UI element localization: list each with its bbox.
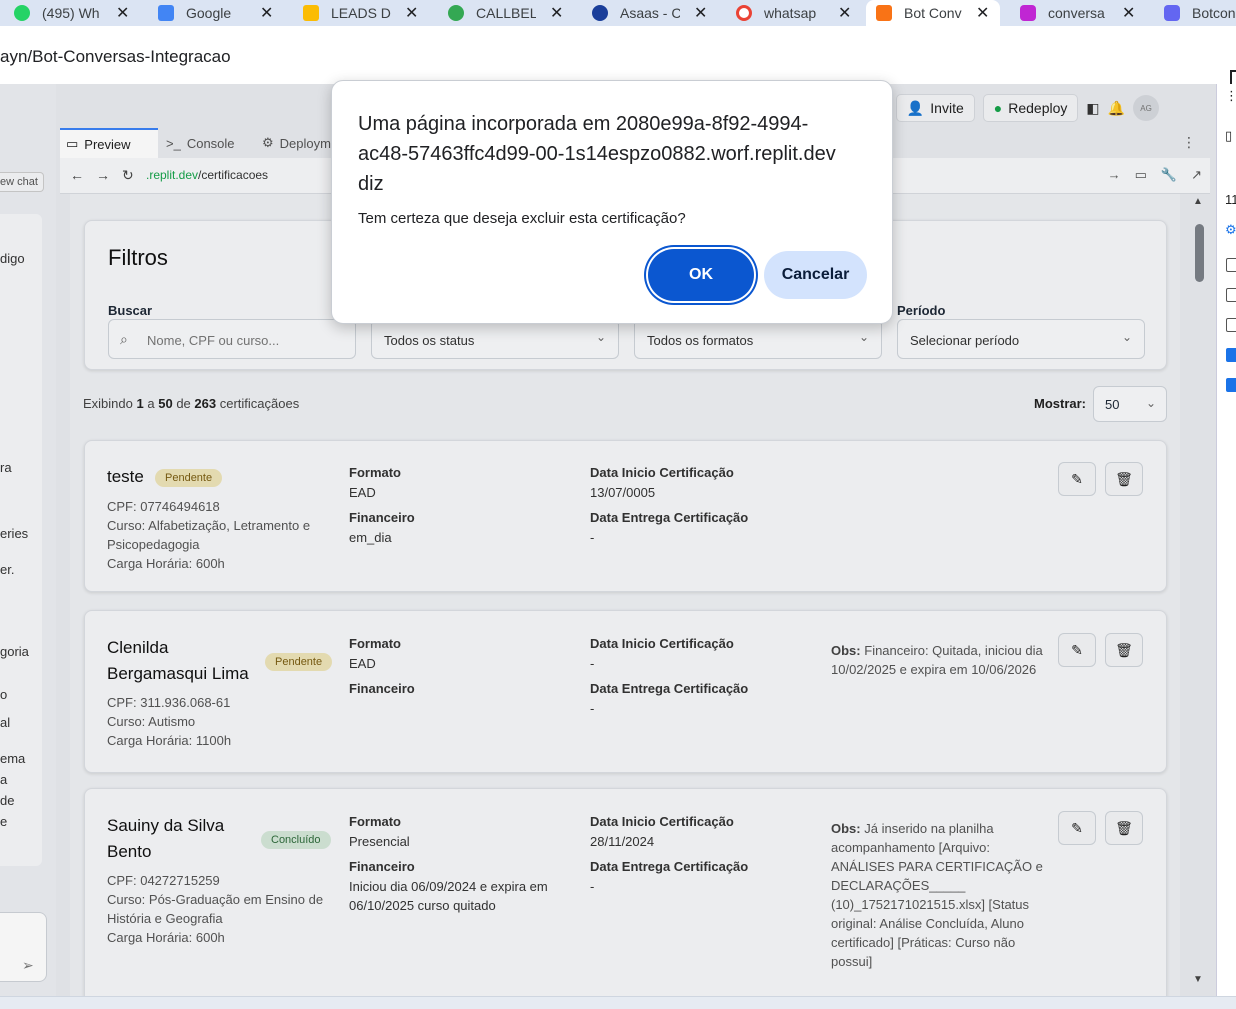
asaas-icon [592, 5, 608, 21]
close-icon[interactable]: ✕ [838, 3, 851, 23]
botcon-icon [1164, 5, 1180, 21]
ok-button[interactable]: OK [648, 249, 754, 301]
google-meet-icon [158, 5, 174, 21]
cancel-button[interactable]: Cancelar [764, 251, 867, 299]
taskbar [0, 996, 1236, 1009]
checkbox[interactable] [1226, 288, 1236, 302]
grip-icon[interactable]: ⋮ [1225, 88, 1236, 104]
browser-tab[interactable]: Asaas - C ✕ [582, 0, 707, 26]
dialog-title: Uma página incorporada em 2080e99a-8f92-… [358, 113, 836, 195]
dialog-message: Tem certeza que deseja excluir esta cert… [358, 210, 686, 227]
conversa-icon [1020, 5, 1036, 21]
browser-tab-strip: (495) Wh ✕ Google ✕ LEADS D ✕ CALLBEL ✕ Asaa… [0, 0, 1236, 26]
confirm-dialog: Uma página incorporada em 2080e99a-8f92-… [331, 80, 893, 324]
checkbox-checked[interactable] [1226, 348, 1236, 362]
close-icon[interactable]: ✕ [260, 3, 273, 23]
checkbox[interactable] [1226, 318, 1236, 332]
close-icon[interactable]: ✕ [1122, 3, 1135, 23]
browser-tab[interactable]: LEADS D ✕ [293, 0, 418, 26]
devtools-number: 11 [1225, 192, 1236, 207]
browser-tab-active[interactable]: Bot Conv ✕ [866, 0, 1000, 26]
browser-tab[interactable]: Botcon [1154, 0, 1236, 26]
google-icon [736, 5, 752, 21]
close-icon[interactable]: ✕ [976, 3, 989, 23]
browser-tab[interactable]: conversa ✕ [1010, 0, 1135, 26]
browser-tab[interactable]: Google ✕ [148, 0, 273, 26]
checkbox-checked[interactable] [1226, 378, 1236, 392]
close-icon[interactable]: ✕ [116, 3, 129, 23]
panel-icon[interactable]: ▯ [1225, 128, 1232, 144]
google-drive-icon [303, 5, 319, 21]
browser-tab[interactable]: CALLBEL ✕ [438, 0, 563, 26]
address-bar[interactable]: ayn/Bot-Conversas-Integracao [0, 26, 1236, 88]
replit-icon [876, 5, 892, 21]
close-icon[interactable]: ✕ [694, 3, 707, 23]
browser-tab[interactable]: (495) Wh ✕ [4, 0, 129, 26]
checkbox[interactable] [1226, 258, 1236, 272]
whatsapp-icon [14, 5, 30, 21]
gear-icon[interactable]: ⚙ [1225, 222, 1236, 238]
browser-tab[interactable]: whatsap ✕ [726, 0, 851, 26]
address-text[interactable]: ayn/Bot-Conversas-Integracao [0, 47, 231, 67]
devtools-strip: ⋮ ▯ 11 ⚙ [1216, 84, 1236, 996]
callbell-icon [448, 5, 464, 21]
close-icon[interactable]: ✕ [550, 3, 563, 23]
close-icon[interactable]: ✕ [405, 3, 418, 23]
